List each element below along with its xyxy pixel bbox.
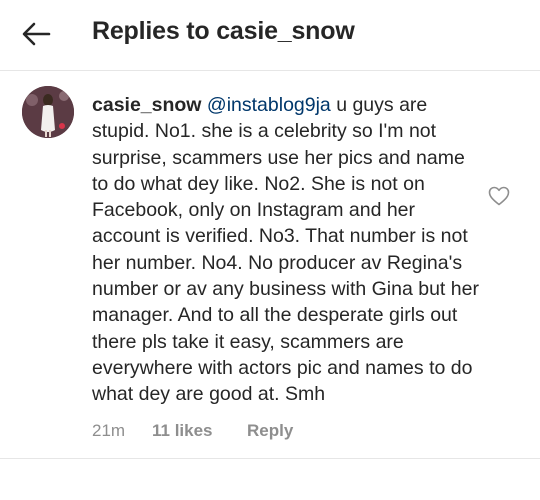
reply-button[interactable]: Reply	[247, 421, 293, 441]
top-bar: Replies to casie_snow	[0, 0, 540, 66]
page-title: Replies to casie_snow	[92, 17, 355, 45]
heart-outline-icon[interactable]	[488, 186, 510, 206]
divider	[0, 70, 540, 71]
avatar[interactable]	[22, 86, 74, 138]
divider	[0, 458, 540, 459]
comment-mention[interactable]: @instablog9ja	[207, 94, 331, 116]
comment-time: 21m	[92, 421, 126, 440]
comment-likes[interactable]: 11 likes	[152, 421, 247, 441]
comment-message: u guys are stupid. No1. she is a celebri…	[92, 94, 479, 406]
arrow-left-icon[interactable]	[20, 18, 52, 50]
comment: casie_snow @instablog9ja u guys are stup…	[0, 78, 540, 458]
comment-username[interactable]: casie_snow	[92, 94, 201, 116]
comment-text: casie_snow @instablog9ja u guys are stup…	[92, 92, 482, 408]
comment-meta: 21m 11 likes Reply	[92, 421, 293, 441]
